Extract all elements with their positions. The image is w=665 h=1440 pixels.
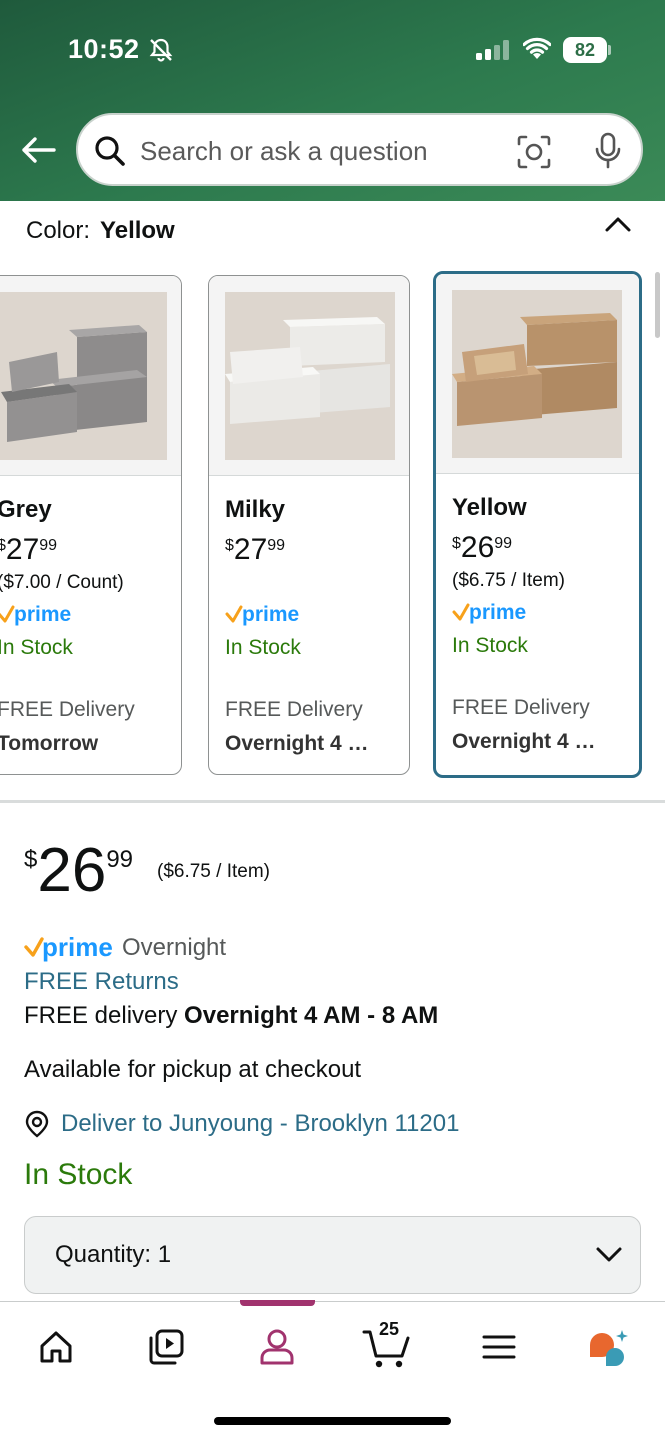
prime-logo-icon: prime — [0, 603, 71, 626]
prime-logo-icon: prime — [225, 603, 299, 626]
swatch-name: Grey — [0, 496, 52, 523]
unit-price: ($6.75 / Item) — [452, 570, 565, 591]
swatch-delivery: FREE Delivery — [0, 698, 135, 721]
milky-baskets-image — [225, 292, 395, 460]
free-delivery-time: Overnight 4 AM - 8 AM — [184, 1002, 439, 1029]
swatch-delivery: FREE Delivery — [452, 696, 590, 719]
section-divider — [0, 800, 665, 803]
search-icon — [95, 136, 125, 166]
prime-overnight-line: prime Overnight — [24, 933, 226, 963]
currency-symbol: $ — [452, 535, 461, 552]
swatch-delivery: FREE Delivery — [225, 698, 363, 721]
cart-count-badge: 25 — [379, 1319, 400, 1339]
swatch-image-area — [209, 276, 409, 476]
main-unit-price: ($6.75 / Item) — [157, 861, 270, 882]
swatch-stock: In Stock — [452, 634, 528, 657]
swatch-delivery-day: Tomorrow — [0, 732, 99, 755]
prime-overnight-label: Overnight — [122, 934, 227, 961]
scrollbar[interactable] — [655, 272, 660, 338]
swatch-price: $2799 — [0, 533, 57, 567]
swatch-name: Yellow — [452, 494, 527, 521]
swatch-card-grey[interactable]: Grey $2799 ($7.00 / Count) prime In Stoc… — [0, 275, 182, 775]
price-cents: 99 — [494, 535, 513, 552]
free-returns-link[interactable]: FREE Returns — [24, 968, 179, 996]
battery-level: 82 — [563, 37, 607, 63]
selected-color: Yellow — [100, 217, 175, 244]
currency-symbol: $ — [0, 537, 6, 554]
stock-status: In Stock — [24, 1158, 133, 1191]
app-header: 10:52 82 — [0, 0, 665, 201]
quantity-value: 1 — [157, 1241, 172, 1268]
wifi-icon — [523, 37, 551, 59]
swatch-delivery-day: Overnight 4 … — [452, 730, 596, 753]
menu-icon — [482, 1335, 516, 1359]
prime-text: prime — [42, 933, 113, 962]
account-icon — [260, 1329, 294, 1365]
prime-text: prime — [242, 603, 299, 626]
bell-muted-icon — [149, 38, 173, 62]
back-arrow-icon[interactable] — [18, 130, 58, 170]
nav-account[interactable] — [247, 1322, 307, 1372]
prime-logo-icon: prime — [24, 933, 113, 962]
nav-rufus[interactable] — [578, 1322, 638, 1372]
chevron-up-icon[interactable] — [603, 212, 633, 236]
pickup-availability: Available for pickup at checkout — [24, 1056, 362, 1083]
swatch-price: $2699 — [452, 531, 512, 565]
rufus-icon — [590, 1330, 628, 1366]
search-bar[interactable] — [76, 113, 643, 186]
price-dollars: 27 — [233, 533, 268, 566]
cellular-signal-icon — [476, 40, 509, 60]
unit-price: ($7.00 / Count) — [0, 572, 124, 593]
main-price: $2699 — [24, 840, 133, 902]
chevron-down-icon — [596, 1247, 622, 1262]
yellow-baskets-image — [452, 290, 622, 458]
grey-baskets-image — [0, 292, 167, 460]
location-pin-icon — [25, 1110, 49, 1138]
nav-menu[interactable] — [469, 1322, 529, 1372]
currency-symbol: $ — [225, 537, 234, 554]
camera-lens-icon[interactable] — [516, 134, 552, 170]
swatch-image-area — [436, 274, 639, 474]
swatch-stock: In Stock — [225, 636, 301, 659]
active-tab-indicator — [240, 1300, 315, 1306]
prime-text: prime — [469, 601, 526, 624]
price-dollars: 26 — [460, 531, 495, 564]
quantity-dropdown[interactable]: Quantity: 1 — [24, 1216, 641, 1294]
home-indicator[interactable] — [214, 1417, 451, 1425]
nav-home[interactable] — [26, 1322, 86, 1372]
color-label: Color: — [26, 217, 91, 244]
price-cents: 99 — [267, 537, 286, 554]
nav-video[interactable] — [136, 1322, 196, 1372]
price-dollars: 27 — [5, 533, 40, 566]
battery-indicator: 82 — [563, 37, 611, 63]
free-delivery-text: FREE delivery Overnight 4 AM - 8 AM — [24, 1002, 438, 1030]
swatch-name: Milky — [225, 496, 286, 523]
battery-tip — [608, 45, 611, 55]
swatch-stock: In Stock — [0, 636, 73, 659]
color-selector-row: Color: Yellow — [26, 217, 175, 245]
prime-logo-icon: prime — [452, 601, 526, 624]
home-icon — [40, 1331, 72, 1363]
price-cents: 99 — [39, 537, 58, 554]
search-input[interactable] — [140, 133, 500, 169]
free-delivery-prefix: FREE delivery — [24, 1002, 178, 1029]
status-time: 10:52 — [68, 34, 140, 64]
swatch-card-yellow[interactable]: Yellow $2699 ($6.75 / Item) prime In Sto… — [433, 271, 642, 778]
swatch-image-area — [0, 276, 181, 476]
microphone-icon[interactable] — [592, 132, 624, 170]
price-fraction: 99 — [106, 846, 134, 873]
price-whole: 26 — [37, 836, 107, 905]
swatch-delivery-day: Overnight 4 … — [225, 732, 369, 755]
video-icon — [149, 1329, 184, 1365]
deliver-to-link[interactable]: Deliver to Junyoung - Brooklyn 11201 — [61, 1110, 459, 1138]
prime-text: prime — [14, 603, 71, 626]
swatch-card-milky[interactable]: Milky $2799 prime In Stock FREE Delivery… — [208, 275, 410, 775]
swatch-price: $2799 — [225, 533, 285, 567]
currency-symbol: $ — [24, 846, 38, 873]
quantity-label: Quantity: 1 — [55, 1241, 172, 1268]
